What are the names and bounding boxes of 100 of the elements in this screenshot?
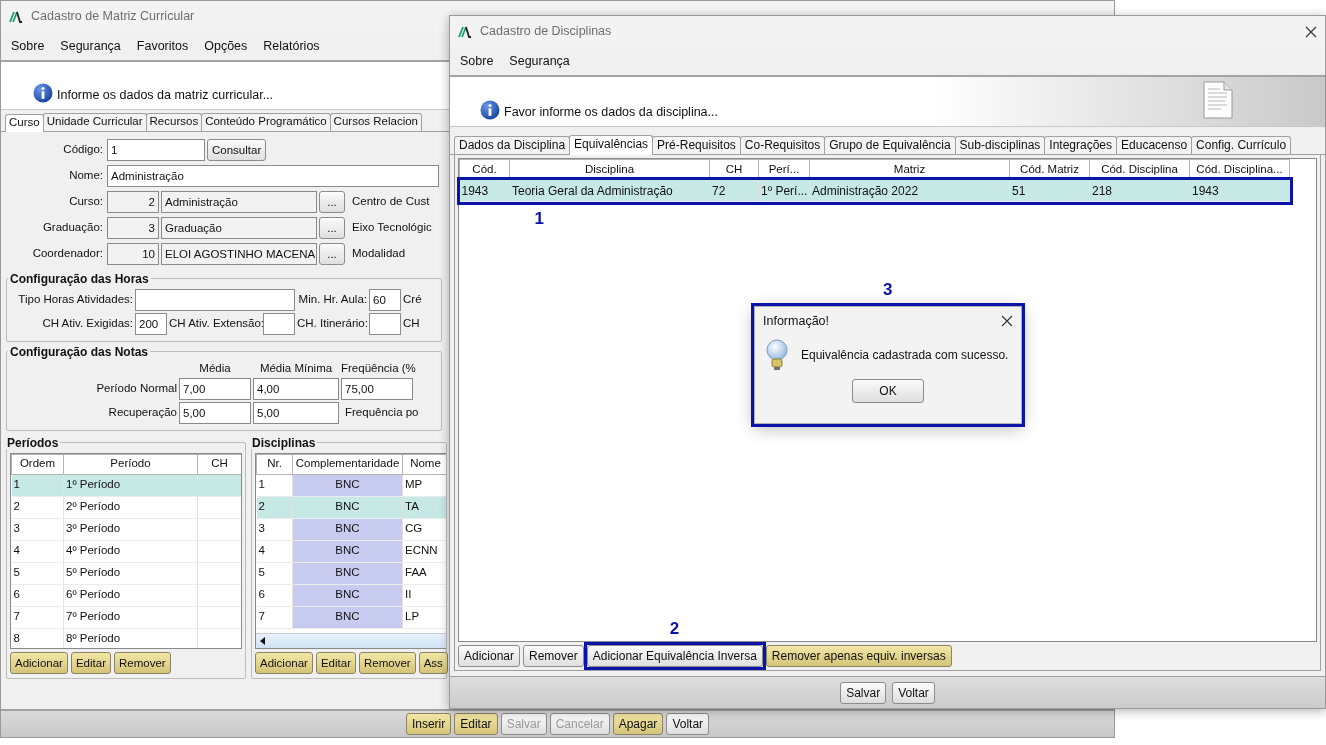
column-header: Período [63,454,198,475]
table-row[interactable]: 4 BNC ECNN [256,540,446,563]
table-row[interactable]: 1 BNC MP [256,474,446,497]
button[interactable]: Editar [454,713,498,735]
button[interactable]: Voltar [666,713,710,735]
column-header: Média [198,361,232,376]
table-row[interactable]: 1943 Teoria Geral da Administração 72 1º Perí... Administração 2022 51 218 1943 [459,179,1290,202]
field-label: Frequência po [344,405,420,420]
tab[interactable]: Config. Currículo [1191,136,1292,155]
field-label: Graduação: [41,220,104,235]
table-row[interactable]: 7 BNC LP [256,606,446,629]
button[interactable]: Apagar [612,713,664,735]
tab[interactable]: Sub-disciplinas [954,136,1046,155]
tab[interactable]: Pré-Requisitos [652,136,741,155]
table-cell: 1 [256,474,293,497]
button[interactable]: Ass [418,651,448,674]
button[interactable]: Adicionar [10,651,68,674]
input-field[interactable]: 60 [369,288,401,311]
input-field[interactable]: 5,00 [179,401,251,424]
button[interactable]: Adicionar [458,645,521,667]
menu-item[interactable]: Segurança [509,53,570,69]
field-label: Modalidad [351,246,406,261]
menu-item[interactable]: Sobre [460,53,494,69]
input-field[interactable]: Administração [161,190,317,213]
input-field[interactable]: 1 [107,138,205,161]
table-row[interactable]: 3 3º Período [11,518,241,541]
tab[interactable]: Grupo de Equivalência [824,136,956,155]
tab[interactable]: Co-Requisitos [739,136,826,155]
field-label: Curso: [68,194,104,209]
tab[interactable]: Cursos Relacion [329,113,422,131]
tab[interactable]: Curso [5,114,44,132]
input-field[interactable]: ELOI AGOSTINHO MACENA [161,242,317,265]
menu-item[interactable]: Sobre [11,38,45,54]
table-cell: 3º Período [63,518,198,541]
menu-item[interactable]: Relatórios [263,38,320,54]
lightbulb-icon [765,339,789,371]
input-field[interactable]: 5,00 [253,401,339,424]
button[interactable]: Remover apenas equiv. inversas [765,645,952,667]
table-cell: LP [402,606,446,629]
table-row[interactable]: 6 6º Período [11,584,241,607]
menu-item[interactable]: Favoritos [136,38,189,54]
table-cell: 6 [11,584,64,607]
button[interactable]: Voltar [892,681,935,704]
group-title: Configuração das Notas [9,345,150,358]
input-field[interactable]: 2 [107,190,159,213]
button[interactable]: Remover [523,645,584,667]
button[interactable]: Remover [114,651,171,674]
tab[interactable]: Integrações [1044,136,1118,155]
logo-icon [9,10,23,23]
table-row[interactable]: 5 5º Período [11,562,241,585]
input-field[interactable]: 200 [135,312,167,335]
table-row[interactable]: 4 4º Período [11,540,241,563]
ok-button[interactable]: OK [852,379,924,403]
button[interactable]: Adicionar [255,651,313,674]
table-cell: 8º Período [63,628,198,648]
input-field[interactable]: Graduação [161,216,317,239]
button[interactable]: Salvar [840,681,887,704]
input-field[interactable]: 75,00 [341,377,413,400]
table-row[interactable]: 1 1º Período [11,474,241,497]
button[interactable]: Inserir [405,713,452,735]
table-row[interactable]: 3 BNC CG [256,518,446,541]
input-field[interactable] [135,288,295,311]
field-label: Código: [62,142,104,157]
input-field[interactable]: Administração [107,164,439,187]
table-row[interactable]: 7 7º Período [11,606,241,629]
table-row[interactable]: 2 BNC TA [256,496,446,519]
input-field[interactable]: 4,00 [253,377,339,400]
button[interactable]: Remover [359,651,416,674]
table-cell: ECNN [402,540,446,563]
input-field[interactable] [369,312,401,335]
button[interactable]: Editar [315,651,356,674]
table-cell: 3 [256,518,293,541]
input-field[interactable]: 3 [107,216,159,239]
annotation-number: 2 [669,620,680,637]
table-row[interactable]: 2 2º Período [11,496,241,519]
table-cell: 2º Período [63,496,198,519]
tab[interactable]: Dados da Disciplina [454,136,571,155]
table-row[interactable]: 8 8º Período [11,628,241,648]
document-icon [1203,81,1233,119]
menu-item[interactable]: Opções [204,38,248,54]
close-icon[interactable] [1305,25,1317,38]
button[interactable]: ... [319,190,345,213]
table-cell: 1 [11,474,64,497]
button[interactable]: Adicionar Equivalência Inversa [586,645,763,667]
field-label: Período Normal [95,381,177,396]
button[interactable]: Consultar [207,138,267,161]
field-label: CH Ativ. Exigidas: [41,316,133,331]
input-field[interactable]: 7,00 [179,377,251,400]
button[interactable]: ... [319,242,345,265]
table-row[interactable]: 6 BNC II [256,584,446,607]
input-field[interactable] [263,312,295,335]
field-label: Coordenador: [31,246,104,261]
table-cell: 7º Período [63,606,198,629]
button[interactable]: Editar [70,651,111,674]
menu-item[interactable]: Segurança [60,38,121,54]
input-field[interactable]: 10 [107,242,159,265]
tab[interactable]: Equivalências [569,135,654,156]
button[interactable]: ... [319,216,345,239]
table-row[interactable]: 5 BNC FAA [256,562,446,585]
close-icon[interactable] [1001,315,1013,327]
